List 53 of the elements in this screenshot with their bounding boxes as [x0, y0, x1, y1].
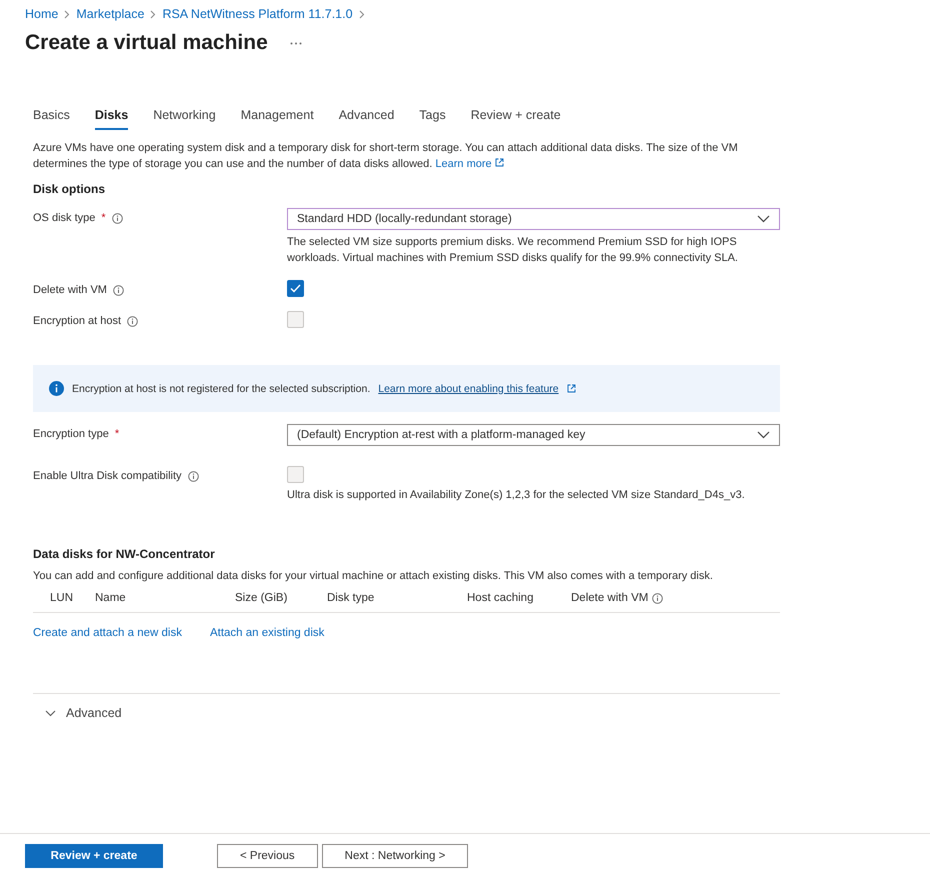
column-header: Disk type [327, 592, 374, 604]
field-label: OS disk type [33, 212, 96, 224]
page-title: Create a virtual machine [25, 31, 268, 55]
field-label: Encryption at host [33, 315, 122, 327]
chevron-right-icon [150, 10, 156, 18]
review-create-button[interactable]: Review + create [25, 844, 163, 868]
help-text: Ultra disk is supported in Availability Zone(s) 1,2,3 for the selected VM size Standard_D4s_v3. [287, 488, 746, 503]
help-text: The selected VM size supports premium disks. We recommend Premium SSD for high IOPS workloads. Virtual machines with Premium SSD disks qualify for the 99.9% connectivity SLA. [287, 235, 739, 266]
dropdown[interactable]: Standard HDD (locally-redundant storage) [287, 208, 780, 230]
dropdown[interactable]: (Default) Encryption at-rest with a platform-managed key [287, 424, 780, 446]
info-icon [49, 381, 64, 396]
column-header: LUN [50, 592, 74, 604]
tab[interactable]: Advanced [338, 105, 394, 130]
notice-text: Encryption at host is not registered for the selected subscription. [72, 382, 370, 394]
field-label: Delete with VM [33, 284, 107, 296]
checkmark-icon [290, 284, 301, 293]
chevron-right-icon [64, 10, 70, 18]
chevron-down-icon [757, 431, 770, 439]
section-description: You can add and configure additional data disks for your virtual machine or attach existing disks. This VM also comes with a temporary disk. [33, 569, 714, 584]
field-label: Encryption type [33, 428, 109, 440]
intro-text: Azure VMs have one operating system disk and a temporary disk for short-term storage. You can attach additional data disks. The size of the VM determines the type of storage you can use and the number of data disks allowed. Learn more [33, 141, 739, 172]
checkbox[interactable] [287, 280, 304, 297]
action-link[interactable]: Create and attach a new disk [33, 627, 182, 639]
chevron-down-icon [757, 215, 770, 223]
tab[interactable]: Management [240, 105, 314, 130]
learn-more-link[interactable]: Learn more [435, 158, 492, 170]
external-link-icon [566, 384, 576, 393]
chevron-down-icon [45, 710, 56, 716]
advanced-expander[interactable]: Advanced [45, 706, 122, 720]
nav-button[interactable]: Next : Networking > [322, 844, 468, 868]
tab[interactable]: Review + create [470, 105, 561, 130]
column-header: Delete with VM [571, 592, 648, 604]
column-header: Name [95, 592, 126, 604]
external-link-icon [494, 158, 504, 167]
section-title: Data disks for NW-Concentrator [33, 547, 216, 561]
tab[interactable]: Disks [94, 105, 128, 130]
tab[interactable]: Tags [419, 105, 446, 130]
required-marker: * [101, 212, 106, 224]
breadcrumb-link[interactable]: Marketplace [76, 7, 144, 21]
chevron-right-icon [358, 10, 365, 18]
breadcrumb-link[interactable]: RSA NetWitness Platform 11.7.1.0 [162, 7, 353, 21]
tab[interactable]: Networking [153, 105, 216, 130]
column-header: Host caching [467, 592, 534, 604]
tab[interactable]: Basics [33, 105, 70, 130]
section-title: Disk options [33, 182, 106, 196]
column-header: Size (GiB) [235, 592, 288, 604]
nav-button[interactable]: < Previous [217, 844, 318, 868]
action-link[interactable]: Attach an existing disk [210, 627, 324, 639]
learn-more-link[interactable]: Learn more about enabling this feature [378, 382, 559, 394]
more-icon[interactable] [290, 42, 302, 44]
required-marker: * [114, 428, 120, 440]
field-label: Enable Ultra Disk compatibility [33, 470, 182, 482]
breadcrumb-link[interactable]: Home [25, 7, 58, 21]
